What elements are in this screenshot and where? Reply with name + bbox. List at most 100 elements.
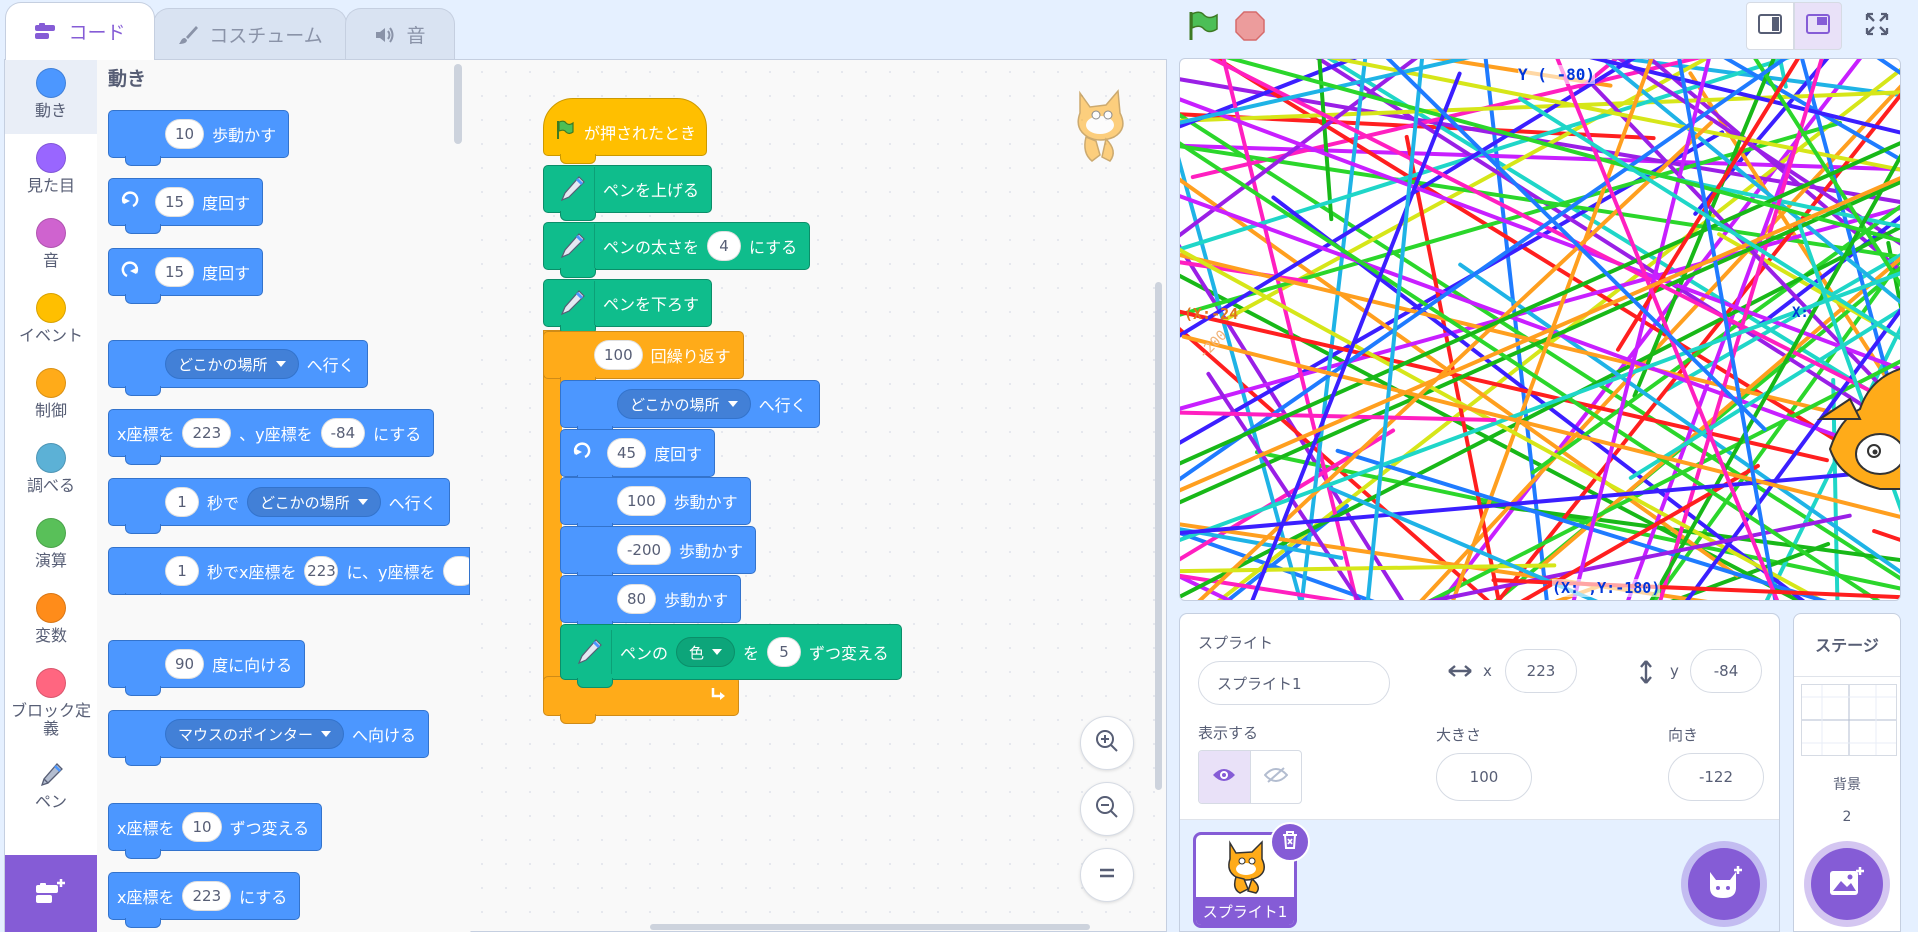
category-looks[interactable]: 見た目 bbox=[5, 135, 97, 209]
tab-costumes[interactable]: コスチューム bbox=[153, 8, 347, 60]
palette-block-point-direction[interactable]: 90 度に向ける bbox=[108, 640, 306, 696]
block-input[interactable]: 15 bbox=[155, 257, 195, 287]
category-operators[interactable]: 演算 bbox=[5, 510, 97, 584]
block-input[interactable]: 15 bbox=[155, 187, 195, 217]
block-dropdown[interactable]: どこかの場所 bbox=[165, 349, 299, 379]
stage-canvas[interactable]: Y ( -80) (X:-24 -200 X: (X: ,Y:-180) bbox=[1179, 58, 1901, 601]
palette-block-move[interactable]: 10 歩動かす bbox=[108, 110, 290, 166]
category-motion[interactable]: 動き bbox=[5, 60, 97, 134]
palette-block-point-towards[interactable]: マウスのポインター へ向ける bbox=[108, 710, 430, 766]
block-input[interactable]: 223 bbox=[304, 556, 339, 586]
script-hat-when-flag-clicked[interactable]: が押されたとき bbox=[543, 98, 707, 164]
block-text: ペンの太さを bbox=[603, 238, 700, 257]
palette-scrollbar[interactable] bbox=[454, 64, 462, 144]
script-block-pen-up[interactable]: ペンを上げる bbox=[543, 165, 713, 221]
stage-panel-title: ステージ bbox=[1815, 636, 1879, 655]
block-input[interactable]: -84 bbox=[320, 418, 366, 448]
palette-block-change-x[interactable]: x座標を 10 ずつ変える bbox=[108, 803, 323, 859]
sprite-watermark-icon bbox=[1066, 85, 1134, 169]
block-dropdown[interactable]: 色 bbox=[676, 637, 736, 667]
size-input[interactable]: 100 bbox=[1436, 753, 1532, 801]
block-input[interactable]: 223 bbox=[182, 418, 232, 448]
zoom-in-button[interactable] bbox=[1080, 716, 1134, 770]
block-text: 度回す bbox=[202, 264, 251, 283]
palette-block-turn-right[interactable]: 15 度回す bbox=[108, 178, 264, 234]
palette-block-glide[interactable]: 1 秒で どこかの場所 へ行く bbox=[108, 478, 450, 534]
category-sensing[interactable]: 調べる bbox=[5, 435, 97, 509]
palette-block-turn-left[interactable]: 15 度回す bbox=[108, 248, 264, 304]
zoom-in-icon bbox=[1094, 728, 1120, 758]
block-dropdown[interactable]: どこかの場所 bbox=[247, 487, 381, 517]
add-extension-button[interactable] bbox=[5, 855, 97, 932]
script-block-turn[interactable]: 45 度回す bbox=[560, 429, 716, 485]
category-control[interactable]: 制御 bbox=[5, 360, 97, 434]
block-text: を bbox=[743, 644, 760, 663]
fullscreen-button[interactable] bbox=[1853, 2, 1901, 50]
block-input[interactable]: 10 bbox=[165, 119, 205, 149]
category-sound[interactable]: 音 bbox=[5, 210, 97, 284]
palette-block-goto-xy[interactable]: x座標を 223 、y座標を -84 にする bbox=[108, 409, 435, 465]
script-block-move-3[interactable]: 80 歩動かす bbox=[560, 575, 742, 631]
script-block-goto[interactable]: どこかの場所 へ行く bbox=[560, 380, 820, 436]
choose-sprite-button[interactable] bbox=[1688, 848, 1760, 920]
category-my-blocks[interactable]: ブロック定義 bbox=[5, 660, 97, 752]
choose-backdrop-button[interactable] bbox=[1811, 848, 1883, 920]
palette-block-glide-xy[interactable]: 1 秒でx座標を 223 に、y座標を bbox=[108, 547, 470, 595]
delete-sprite-button[interactable] bbox=[1270, 822, 1310, 862]
script-block-repeat[interactable]: 100 回繰り返す bbox=[543, 331, 744, 387]
category-label: 調べる bbox=[26, 476, 75, 495]
repeat-block-bottom[interactable] bbox=[543, 676, 739, 724]
block-input[interactable]: 45 bbox=[607, 438, 647, 468]
sprite-name-input[interactable]: スプライト1 bbox=[1198, 661, 1390, 705]
green-flag-button[interactable] bbox=[1186, 10, 1220, 46]
palette-block-set-x[interactable]: x座標を 223 にする bbox=[108, 872, 301, 928]
direction-input[interactable]: -122 bbox=[1668, 753, 1764, 801]
category-label: 制御 bbox=[34, 401, 67, 420]
stop-button[interactable] bbox=[1234, 10, 1266, 46]
block-input[interactable]: 1 bbox=[165, 487, 199, 517]
script-block-set-pen-size[interactable]: ペンの太さを 4 にする bbox=[543, 222, 811, 278]
block-dropdown[interactable]: どこかの場所 bbox=[617, 389, 751, 419]
palette-section-title: 動き bbox=[108, 68, 147, 90]
block-input[interactable]: -200 bbox=[617, 535, 672, 565]
category-events[interactable]: イベント bbox=[5, 285, 97, 359]
hide-sprite-button[interactable] bbox=[1251, 751, 1302, 803]
block-input[interactable]: 100 bbox=[617, 486, 666, 516]
block-input[interactable]: 223 bbox=[182, 881, 232, 911]
category-operators-dot bbox=[36, 518, 66, 548]
x-input[interactable]: 223 bbox=[1505, 649, 1577, 693]
block-input[interactable]: 5 bbox=[767, 637, 802, 667]
category-pen[interactable]: ペン bbox=[5, 753, 97, 827]
block-input[interactable] bbox=[443, 556, 469, 586]
block-dropdown[interactable]: マウスのポインター bbox=[165, 719, 345, 749]
tab-code[interactable]: コード bbox=[5, 2, 155, 60]
block-text: ずつ変える bbox=[229, 819, 310, 838]
y-input[interactable]: -84 bbox=[1690, 649, 1762, 693]
normal-stage-button[interactable] bbox=[1794, 2, 1842, 50]
palette-block-goto[interactable]: どこかの場所 へ行く bbox=[108, 340, 368, 396]
script-block-move-1[interactable]: 100 歩動かす bbox=[560, 477, 751, 533]
show-sprite-button[interactable] bbox=[1199, 751, 1251, 803]
dropdown-arrow-icon bbox=[712, 649, 723, 655]
small-stage-button[interactable] bbox=[1746, 2, 1794, 50]
block-input[interactable]: 4 bbox=[707, 231, 742, 261]
block-text: へ向ける bbox=[352, 726, 417, 745]
block-input[interactable]: 100 bbox=[594, 340, 643, 370]
category-variables[interactable]: 変数 bbox=[5, 585, 97, 659]
zoom-reset-button[interactable] bbox=[1080, 848, 1134, 902]
script-block-move-2[interactable]: -200 歩動かす bbox=[560, 526, 757, 582]
block-input[interactable]: 90 bbox=[165, 649, 205, 679]
script-block-pen-down[interactable]: ペンを下ろす bbox=[543, 279, 713, 335]
zoom-out-button[interactable] bbox=[1080, 782, 1134, 836]
script-block-change-pen-color[interactable]: ペンの 色 を 5 ずつ変える bbox=[560, 624, 902, 688]
tab-sounds[interactable]: 音 bbox=[345, 8, 455, 60]
green-flag-icon bbox=[554, 119, 576, 145]
block-input[interactable]: 10 bbox=[182, 812, 222, 842]
category-variables-dot bbox=[36, 593, 66, 623]
workspace-vertical-scrollbar[interactable] bbox=[1155, 282, 1162, 790]
category-motion-dot bbox=[36, 68, 66, 98]
block-input[interactable]: 80 bbox=[617, 584, 657, 614]
workspace-horizontal-scrollbar[interactable] bbox=[650, 924, 1090, 930]
category-label: 音 bbox=[42, 251, 59, 270]
block-input[interactable]: 1 bbox=[165, 556, 199, 586]
